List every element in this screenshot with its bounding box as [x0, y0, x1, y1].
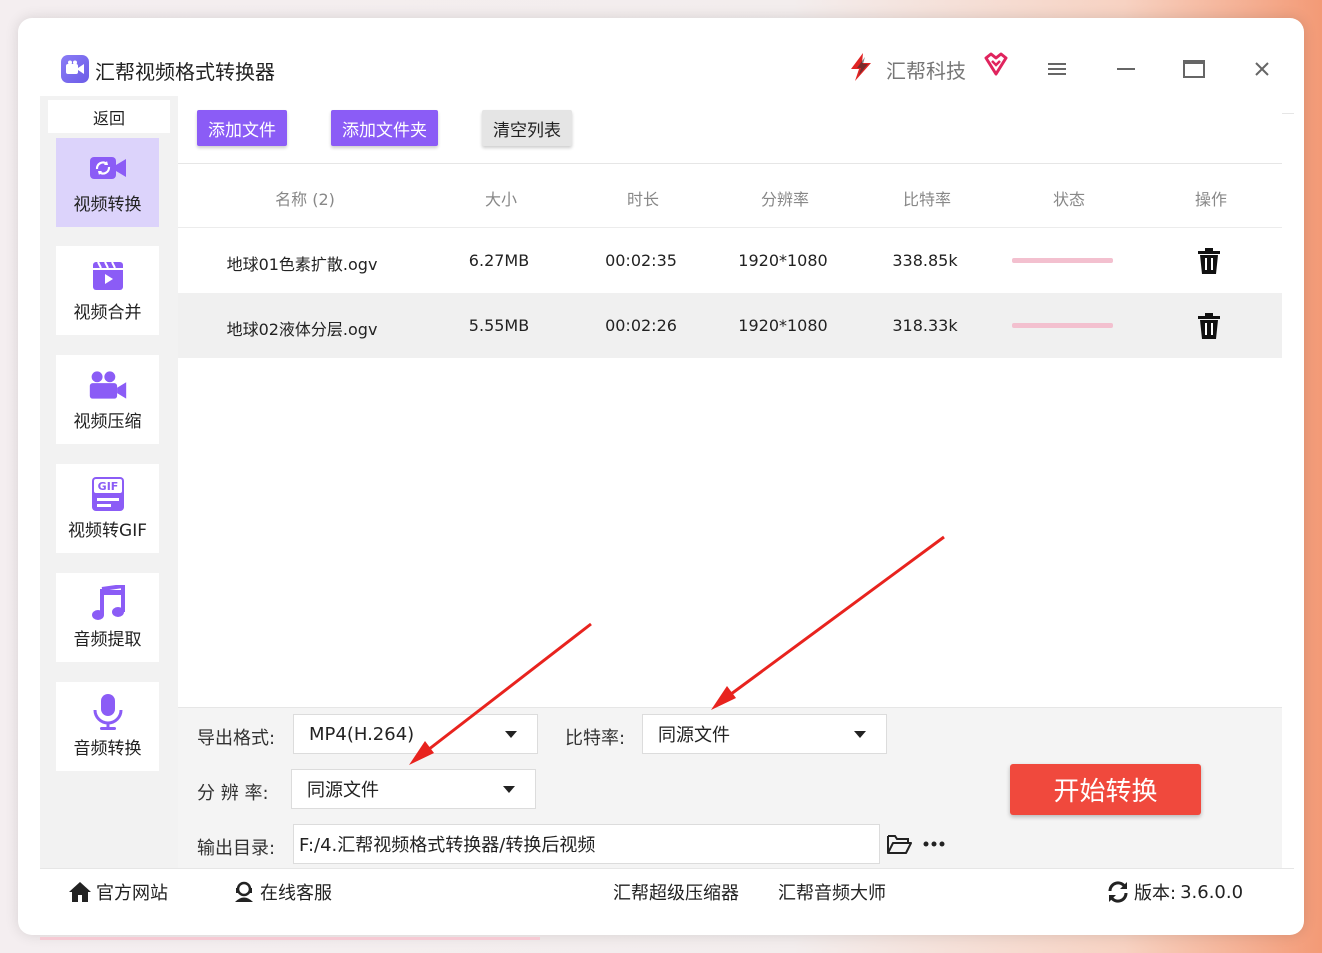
support-agent-icon — [235, 881, 253, 902]
resolution-label: 分 辨 率: — [197, 783, 269, 804]
microphone-icon — [88, 694, 128, 730]
output-path-value: F:/4.汇帮视频格式转换器/转换后视频 — [299, 835, 596, 856]
online-support-link[interactable]: 在线客服 — [232, 879, 332, 905]
file-resolution: 1920*1080 — [738, 251, 828, 270]
sidebar-item-audio-extract[interactable]: 音频提取 — [56, 573, 159, 662]
status-progress-bar — [1012, 258, 1113, 263]
folder-open-icon[interactable] — [886, 833, 912, 855]
sidebar: 返回 视频转换 视频合并 视频压缩 GIF 视频转GIF 音频提取 音频转换 — [40, 96, 178, 868]
main-panel: 添加文件 添加文件夹 清空列表 名称 (2) 大小 时长 分辨率 比特率 状态 … — [178, 96, 1282, 868]
sidebar-item-label: 音频转换 — [73, 739, 142, 759]
format-label: 导出格式: — [197, 728, 276, 749]
chevron-down-icon — [503, 786, 515, 793]
file-resolution: 1920*1080 — [738, 316, 828, 335]
table-row[interactable]: 地球01色素扩散.ogv 6.27MB 00:02:35 1920*1080 3… — [178, 228, 1282, 293]
col-status: 状态 — [1052, 190, 1086, 209]
official-website-label: 官方网站 — [96, 883, 168, 904]
version-label: 版本: — [1134, 883, 1177, 904]
col-bitrate[interactable]: 比特率 — [903, 186, 951, 210]
sidebar-item-label: 音频提取 — [73, 630, 142, 650]
output-path-input[interactable]: F:/4.汇帮视频格式转换器/转换后视频 — [293, 824, 880, 864]
resolution-select[interactable]: 同源文件 — [291, 769, 536, 809]
col-action: 操作 — [1194, 190, 1228, 209]
compressor-link[interactable]: 汇帮超级压缩器 — [613, 879, 739, 905]
menu-icon[interactable] — [1040, 52, 1074, 86]
file-duration: 00:02:35 — [605, 251, 677, 270]
col-duration[interactable]: 时长 — [627, 186, 659, 210]
close-icon[interactable] — [1245, 52, 1279, 86]
file-bitrate: 338.85k — [892, 251, 958, 270]
file-size: 5.55MB — [468, 316, 530, 335]
file-bitrate: 318.33k — [892, 316, 958, 335]
vip-heart-icon[interactable] — [982, 52, 1010, 78]
version-number: 3.6.0.0 — [1180, 881, 1244, 903]
app-window: 汇帮视频格式转换器 汇帮科技 返回 视频转换 视频合并 视频压缩 GIF 视频转… — [18, 18, 1304, 935]
back-button[interactable]: 返回 — [48, 100, 170, 133]
online-support-label: 在线客服 — [260, 883, 332, 904]
add-file-button[interactable]: 添加文件 — [197, 110, 287, 146]
output-label: 输出目录: — [197, 838, 276, 859]
compressor-link-label: 汇帮超级压缩器 — [613, 883, 739, 904]
file-table: 名称 (2) 大小 时长 分辨率 比特率 状态 操作 地球01色素扩散.ogv … — [178, 163, 1282, 358]
start-convert-button[interactable]: 开始转换 — [1010, 764, 1201, 815]
bitrate-label: 比特率: — [565, 728, 626, 749]
gif-icon: GIF — [88, 476, 128, 512]
more-icon[interactable] — [922, 840, 946, 848]
add-folder-button[interactable]: 添加文件夹 — [331, 110, 438, 146]
decorative-bar — [40, 937, 540, 940]
file-name: 地球02液体分层.ogv — [226, 320, 378, 339]
video-compress-icon — [88, 367, 128, 403]
format-value: MP4(H.264) — [309, 723, 415, 745]
sidebar-item-label: 视频压缩 — [73, 412, 142, 432]
sidebar-item-audio-convert[interactable]: 音频转换 — [56, 682, 159, 771]
file-size: 6.27MB — [468, 251, 530, 270]
file-duration: 00:02:26 — [605, 316, 677, 335]
sidebar-item-video-gif[interactable]: GIF 视频转GIF — [56, 464, 159, 553]
svg-text:GIF: GIF — [97, 480, 118, 493]
sidebar-item-video-convert[interactable]: 视频转换 — [56, 138, 159, 227]
col-size[interactable]: 大小 — [485, 186, 517, 210]
video-merge-icon — [88, 258, 128, 294]
sidebar-item-label: 视频转GIF — [68, 521, 147, 541]
footer-bar: 官方网站 在线客服 汇帮超级压缩器 汇帮音频大师 版本: 3.6.0.0 — [40, 868, 1294, 913]
sidebar-item-label: 视频合并 — [73, 303, 142, 323]
col-name[interactable]: 名称 (2) — [275, 186, 335, 210]
maximize-icon[interactable] — [1177, 52, 1211, 86]
format-select[interactable]: MP4(H.264) — [293, 714, 538, 754]
table-row[interactable]: 地球02液体分层.ogv 5.55MB 00:02:26 1920*1080 3… — [178, 293, 1282, 358]
official-website-link[interactable]: 官方网站 — [68, 879, 168, 905]
home-icon — [69, 882, 91, 902]
sidebar-item-label: 视频转换 — [73, 195, 142, 215]
sidebar-item-video-merge[interactable]: 视频合并 — [56, 246, 159, 335]
status-progress-bar — [1012, 323, 1113, 328]
app-title: 汇帮视频格式转换器 — [95, 60, 275, 84]
brand-logo-icon — [851, 53, 871, 81]
minimize-icon[interactable] — [1109, 52, 1143, 86]
clear-list-button[interactable]: 清空列表 — [482, 110, 572, 146]
chevron-down-icon — [854, 731, 866, 738]
version-info[interactable]: 版本: 3.6.0.0 — [1106, 879, 1243, 905]
music-note-icon — [88, 585, 128, 621]
trash-icon[interactable] — [1197, 248, 1221, 274]
bitrate-select[interactable]: 同源文件 — [642, 714, 887, 754]
file-name: 地球01色素扩散.ogv — [226, 255, 378, 274]
bitrate-value: 同源文件 — [658, 725, 730, 746]
trash-icon[interactable] — [1197, 313, 1221, 339]
app-logo-icon — [61, 55, 89, 83]
table-header: 名称 (2) 大小 时长 分辨率 比特率 状态 操作 — [178, 163, 1282, 228]
sidebar-item-video-compress[interactable]: 视频压缩 — [56, 355, 159, 444]
col-resolution[interactable]: 分辨率 — [761, 186, 809, 210]
audio-master-link[interactable]: 汇帮音频大师 — [778, 879, 886, 905]
audio-master-link-label: 汇帮音频大师 — [778, 883, 886, 904]
resolution-value: 同源文件 — [307, 780, 379, 801]
brand-name: 汇帮科技 — [886, 59, 966, 83]
refresh-icon — [1108, 881, 1128, 903]
chevron-down-icon — [505, 731, 517, 738]
video-convert-icon — [88, 150, 128, 186]
settings-panel: 导出格式: MP4(H.264) 比特率: 同源文件 分 辨 率: 同源文件 输… — [178, 707, 1282, 868]
